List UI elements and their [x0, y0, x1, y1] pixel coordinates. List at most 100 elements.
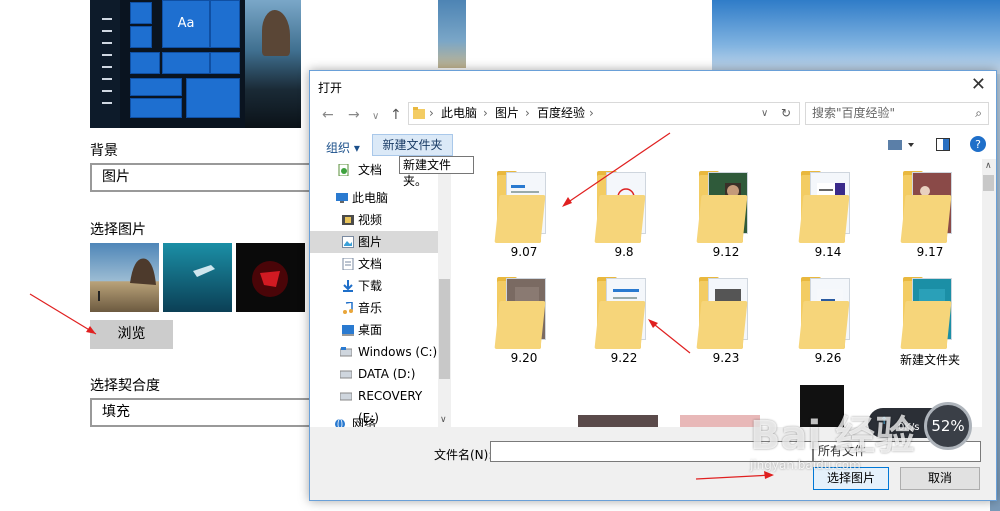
folder-item[interactable]: 9.12 [686, 165, 766, 260]
nav-item-label: 桌面 [358, 323, 383, 337]
navigation-scrollbar-thumb[interactable] [439, 279, 450, 379]
preview-tile [130, 2, 152, 24]
folder-label: 9.20 [510, 351, 538, 365]
navigation-scrollbar[interactable]: ∨ [438, 159, 451, 427]
nav-item-documents[interactable]: 文档 [310, 253, 438, 275]
background-preview: Aa [90, 0, 301, 128]
nav-item-drive-d[interactable]: DATA (D:) [310, 363, 438, 385]
computer-icon [336, 193, 348, 203]
nav-item-music[interactable]: 音乐 [310, 297, 438, 319]
drive-icon [340, 347, 352, 357]
nav-item-desktop[interactable]: 桌面 [310, 319, 438, 341]
new-folder-button[interactable]: 新建文件夹 [372, 134, 453, 156]
picture-thumb-beach[interactable] [90, 243, 159, 312]
folder-grid: 9.07 9.8 9.12 9.14 9.17 9.20 9.22 9.23 9… [454, 159, 982, 427]
help-icon[interactable]: ? [969, 135, 987, 153]
music-icon [343, 302, 353, 314]
browse-button[interactable]: 浏览 [90, 320, 173, 349]
folder-item[interactable]: 9.20 [484, 271, 564, 366]
folder-item[interactable]: 9.07 [484, 165, 564, 260]
folder-item[interactable]: 9.22 [584, 271, 664, 366]
picture-thumb-underwater[interactable] [163, 243, 232, 312]
preview-pane-icon[interactable] [936, 138, 950, 151]
nav-item-label: 文档 [358, 163, 383, 177]
nav-item-label: 文档 [358, 257, 383, 271]
preview-tile [130, 52, 160, 74]
baidu-watermark: Bai 经验 jingyan.baidu.com [750, 414, 990, 494]
folder-label: 9.26 [814, 351, 842, 365]
choose-picture-label: 选择图片 [90, 222, 146, 238]
image-thumbnail-partial[interactable] [578, 415, 658, 427]
recent-locations-icon[interactable]: ∨ [372, 111, 379, 122]
address-dropdown-icon[interactable]: ∨ [761, 103, 768, 124]
refresh-icon[interactable]: ↻ [781, 103, 791, 124]
nav-item-this-pc[interactable]: 此电脑 [310, 187, 438, 209]
search-icon: ⌕ [975, 106, 982, 120]
folder-grid-scrollbar[interactable]: ∧ [982, 159, 996, 427]
videos-icon [342, 215, 354, 225]
breadcrumb-item[interactable]: 图片 [495, 103, 519, 124]
folder-item[interactable]: 9.17 [890, 165, 970, 260]
folder-icon [413, 107, 425, 119]
up-arrow-icon[interactable]: ↑ [390, 107, 402, 123]
scroll-down-icon[interactable]: ∨ [440, 415, 447, 425]
documents-icon [338, 164, 349, 176]
preview-tile [162, 52, 210, 74]
nav-item-label: DATA (D:) [358, 367, 416, 381]
watermark-url: jingyan.baidu.com [750, 458, 861, 472]
folder-item[interactable]: 新建文件夹 [890, 271, 970, 367]
image-thumbnail-partial[interactable] [680, 415, 760, 427]
folder-label: 9.14 [814, 245, 842, 259]
background-combo[interactable]: 图片 [90, 163, 315, 192]
view-options-icon[interactable] [888, 139, 918, 151]
preview-tile [130, 26, 152, 48]
preview-start-sidebar [90, 0, 120, 128]
nav-item-drive-c[interactable]: Windows (C:) [310, 341, 438, 363]
nav-item-network[interactable]: 网络 [310, 413, 438, 427]
dialog-title: 打开 [318, 81, 343, 95]
navigation-pane: 文档 此电脑 视频 图片 文档 下载 音乐 桌面 Windows (C:) DA… [310, 159, 438, 427]
folder-item[interactable]: 9.14 [788, 165, 868, 260]
breadcrumb-item[interactable]: 百度经验 [537, 103, 585, 124]
search-placeholder: 搜索"百度经验" [812, 106, 896, 120]
watermark-brand: Bai 经验 [750, 413, 916, 459]
drive-icon [340, 392, 352, 401]
documents-icon [342, 258, 354, 270]
breadcrumb-separator: › [525, 106, 530, 120]
nav-item-videos[interactable]: 视频 [310, 209, 438, 231]
new-folder-tooltip: 新建文件夹。 [399, 156, 474, 188]
desktop-sky-background [712, 0, 1000, 74]
fit-label: 选择契合度 [90, 378, 160, 394]
scroll-up-icon[interactable]: ∧ [985, 161, 992, 171]
folder-label: 9.8 [614, 245, 634, 259]
dialog-titlebar[interactable]: 打开 ✕ [310, 71, 996, 101]
nav-item-label: 视频 [358, 213, 383, 227]
picture-thumb-red-logo[interactable] [236, 243, 305, 312]
forward-arrow-icon[interactable]: → [348, 107, 360, 123]
breadcrumb-separator: › [589, 106, 594, 120]
preview-tile-aa: Aa [162, 0, 210, 48]
folder-grid-scrollbar-thumb[interactable] [983, 175, 994, 191]
folder-item[interactable]: 9.26 [788, 271, 868, 366]
nav-item-pictures[interactable]: 图片 [310, 231, 438, 253]
folder-item[interactable]: 9.23 [686, 271, 766, 366]
folder-label: 新建文件夹 [899, 353, 960, 367]
organize-menu[interactable]: 组织 ▾ [326, 139, 360, 156]
preview-tile [130, 78, 182, 96]
nav-item-drive-e[interactable]: RECOVERY (E:) [310, 385, 438, 425]
preview-tile [210, 0, 240, 48]
drive-icon [340, 370, 352, 379]
breadcrumb-separator: › [429, 106, 434, 120]
close-icon[interactable]: ✕ [971, 75, 986, 95]
search-input[interactable]: 搜索"百度经验" ⌕ [805, 102, 989, 125]
nav-item-downloads[interactable]: 下载 [310, 275, 438, 297]
breadcrumb-item[interactable]: 此电脑 [441, 103, 477, 124]
preview-tile [130, 98, 182, 118]
back-arrow-icon[interactable]: ← [322, 107, 334, 123]
folder-label: 9.23 [712, 351, 740, 365]
folder-label: 9.22 [610, 351, 638, 365]
folder-item[interactable]: 9.8 [584, 165, 664, 260]
nav-item-label: 网络 [352, 417, 377, 427]
fit-combo[interactable]: 填充 [90, 398, 315, 427]
address-bar[interactable]: › 此电脑 › 图片 › 百度经验 › ∨ ↻ [408, 102, 800, 125]
